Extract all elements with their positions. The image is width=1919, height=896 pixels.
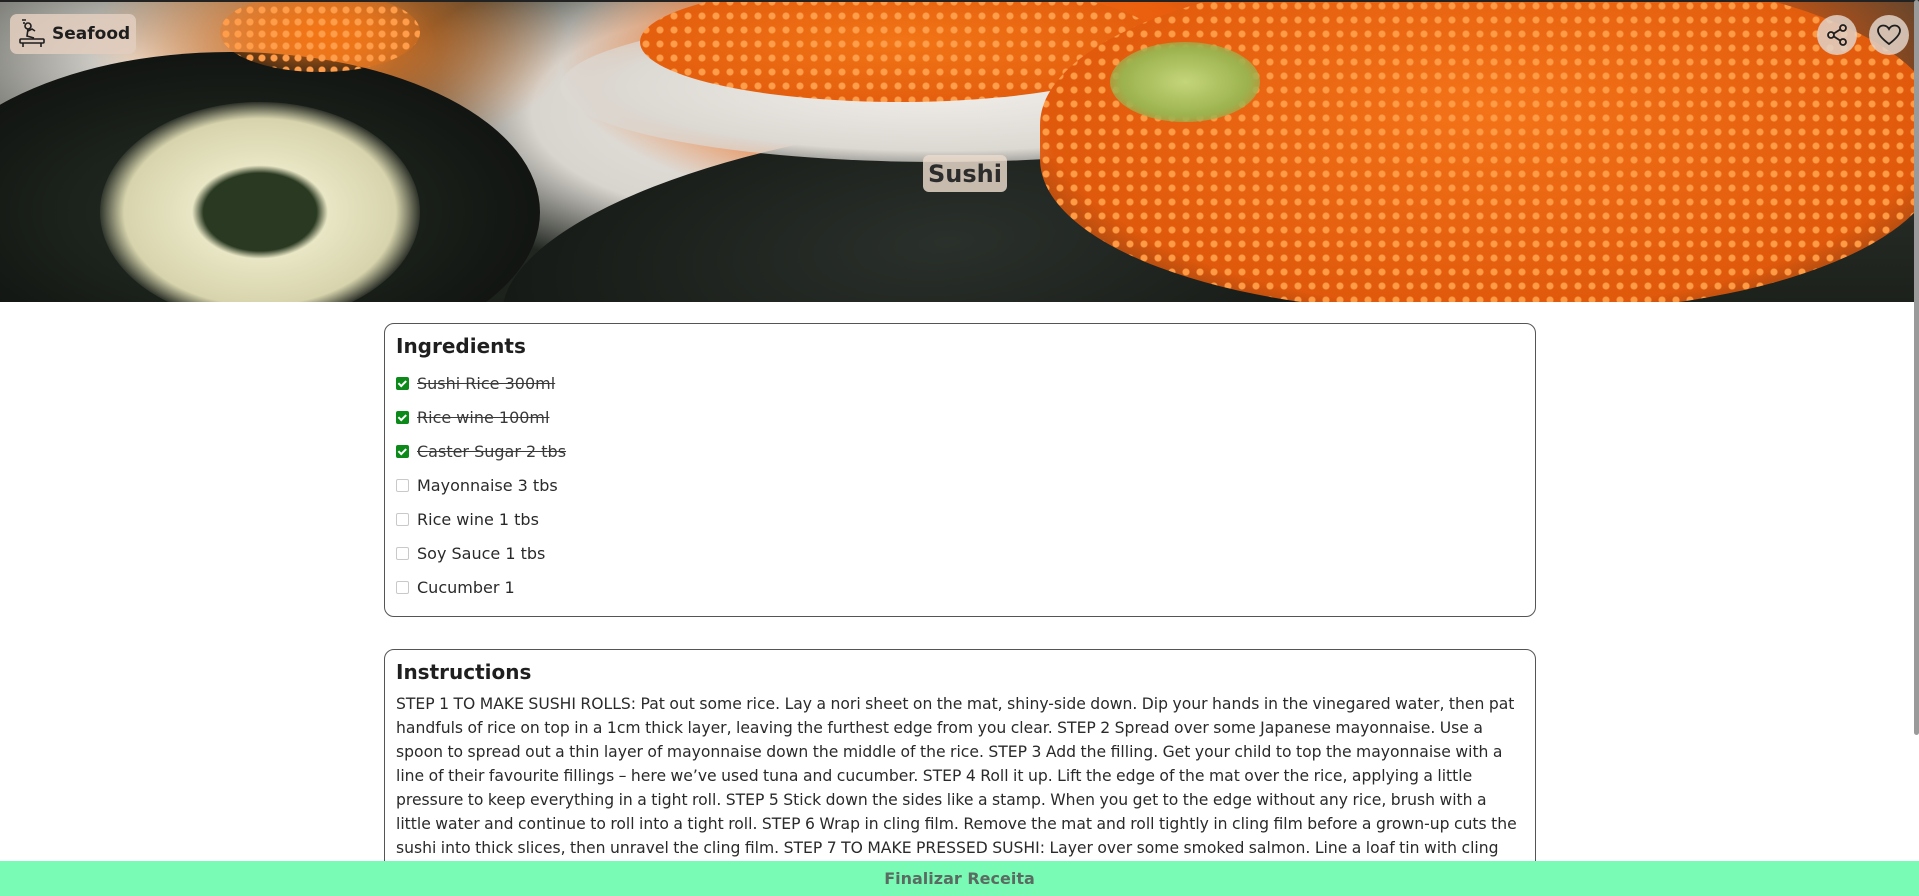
- ingredient-item[interactable]: Rice wine 1 tbs: [396, 502, 1524, 536]
- ingredient-checkbox[interactable]: [396, 376, 409, 390]
- recipe-page: Seafood Sushi Ingredients Sushi Rice 300…: [0, 0, 1919, 896]
- ingredient-checkbox[interactable]: [396, 546, 409, 560]
- ingredients-heading: Ingredients: [396, 334, 526, 358]
- ingredient-item[interactable]: Cucumber 1: [396, 570, 1524, 604]
- instructions-card: Instructions STEP 1 TO MAKE SUSHI ROLLS:…: [384, 649, 1536, 896]
- ingredient-label: Sushi Rice 300ml: [417, 373, 556, 393]
- ingredient-item[interactable]: Soy Sauce 1 tbs: [396, 536, 1524, 570]
- instructions-text: STEP 1 TO MAKE SUSHI ROLLS: Pat out some…: [396, 695, 1517, 857]
- recipe-hero-image: Seafood Sushi: [0, 0, 1919, 302]
- ingredient-checkbox[interactable]: [396, 444, 409, 458]
- page-scrollbar[interactable]: [1914, 0, 1919, 735]
- ingredient-checkbox[interactable]: [396, 410, 409, 424]
- share-icon: [1827, 24, 1847, 46]
- ingredient-label: Soy Sauce 1 tbs: [417, 543, 546, 563]
- ingredient-label: Mayonnaise 3 tbs: [417, 475, 558, 495]
- ingredient-item[interactable]: Rice wine 100ml: [396, 400, 1524, 434]
- heart-icon: [1877, 24, 1901, 46]
- ingredients-list: Sushi Rice 300ml Rice wine 100ml Caster …: [396, 366, 1524, 604]
- finish-recipe-button[interactable]: Finalizar Receita: [0, 861, 1919, 896]
- ingredient-label: Cucumber 1: [417, 577, 515, 597]
- category-label: Seafood: [52, 24, 131, 44]
- instructions-heading: Instructions: [396, 660, 532, 684]
- recipe-title: Sushi: [923, 155, 1007, 192]
- category-badge[interactable]: Seafood: [10, 14, 137, 54]
- ingredient-item[interactable]: Sushi Rice 300ml: [396, 366, 1524, 400]
- ingredient-checkbox[interactable]: [396, 512, 409, 526]
- ingredients-card: Ingredients Sushi Rice 300ml Rice wine 1…: [384, 323, 1536, 617]
- ingredient-label: Rice wine 100ml: [417, 407, 550, 427]
- ingredient-label: Caster Sugar 2 tbs: [417, 441, 567, 461]
- ingredient-checkbox[interactable]: [396, 478, 409, 492]
- share-button[interactable]: [1817, 15, 1857, 55]
- chef-icon: [19, 19, 45, 47]
- ingredient-checkbox[interactable]: [396, 580, 409, 594]
- ingredient-item[interactable]: Caster Sugar 2 tbs: [396, 434, 1524, 468]
- favorite-button[interactable]: [1869, 15, 1909, 55]
- ingredient-label: Rice wine 1 tbs: [417, 509, 539, 529]
- ingredient-item[interactable]: Mayonnaise 3 tbs: [396, 468, 1524, 502]
